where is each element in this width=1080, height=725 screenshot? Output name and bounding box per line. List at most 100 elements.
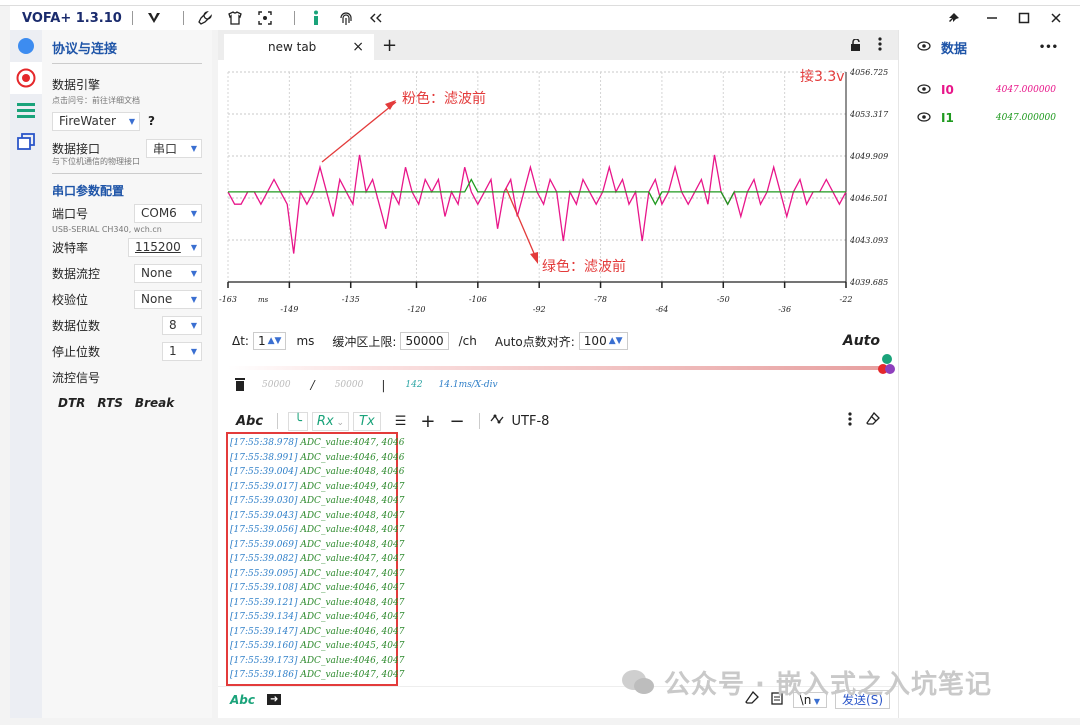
port-select[interactable]: 串口 ▼ [146, 138, 202, 158]
parity-select[interactable]: None ▼ [134, 289, 202, 309]
data-panel: 数据 ••• I0 4047.000000 I1 4047.000000 [898, 30, 1080, 718]
add-tab-button[interactable]: + [382, 35, 397, 56]
log-timestamp: [17:55:39.004] [230, 467, 298, 477]
status-bar: 50000 / 50000 | 142 14.1ms/X-div [218, 374, 898, 396]
status-count: 142 [405, 380, 423, 390]
baud-value: 115200 [135, 240, 181, 254]
send-abc-button[interactable]: Abc [230, 693, 255, 707]
collapse-icon[interactable] [365, 8, 387, 28]
buffer-input[interactable]: 50000 [400, 332, 449, 350]
maximize-icon[interactable] [1008, 6, 1040, 30]
waveform-plot[interactable]: 4056.725 4053.317 4049.909 4046.501 4043.093… [218, 60, 898, 350]
wrench-icon[interactable] [194, 8, 216, 28]
more-vertical-icon[interactable] [848, 412, 852, 430]
stopbits-value: 1 [169, 344, 177, 358]
channel-name: I0 [941, 83, 954, 97]
abc-button[interactable]: Abc [236, 414, 263, 429]
buffer-unit: /ch [458, 334, 477, 348]
zoom-in-button[interactable]: + [420, 411, 435, 432]
shirt-icon[interactable] [224, 8, 246, 28]
fingerprint-icon[interactable] [335, 8, 357, 28]
tab-close-icon[interactable]: × [352, 39, 364, 55]
auto-align-input[interactable]: 100 ▲▼ [578, 332, 628, 350]
app-title: VOFA+ 1.3.10 [22, 10, 122, 26]
minimize-icon[interactable] [976, 6, 1008, 30]
databits-select[interactable]: 8 ▼ [162, 315, 202, 335]
flow-select[interactable]: None ▼ [134, 263, 202, 283]
log-timestamp: [17:55:39.095] [230, 568, 298, 579]
dtr-button[interactable]: DTR [58, 396, 85, 410]
channel-row[interactable]: I1 4047.000000 [899, 104, 1080, 132]
menu-list-icon[interactable] [10, 94, 42, 126]
stopbits-select[interactable]: 1 ▼ [162, 341, 202, 361]
chevron-down-icon: ▼ [190, 294, 197, 304]
more-vertical-icon[interactable] [878, 37, 882, 54]
cursor-icon[interactable]: ╰ [288, 411, 308, 431]
eye-icon[interactable] [917, 83, 931, 97]
encoding-label[interactable]: UTF-8 [512, 414, 550, 429]
log-text: ADC_value:4048, 4047 [297, 597, 405, 608]
log-line: [17:55:39.160] ADC_value:4045, 4047 [230, 639, 404, 654]
eraser-icon[interactable] [866, 411, 880, 430]
channel-row[interactable]: I0 4047.000000 [899, 76, 1080, 104]
more-horizontal-icon[interactable]: ••• [1039, 42, 1058, 53]
x-tick-label: -120 [407, 305, 425, 314]
engine-select[interactable]: FireWater ▼ [52, 111, 140, 131]
log-timestamp: [17:55:39.186] [230, 670, 298, 680]
vofa-logo-icon[interactable] [143, 8, 165, 28]
text-format-icon[interactable]: ☰ [395, 414, 407, 429]
log-text: ADC_value:4047, 4047 [297, 568, 405, 579]
log-line: [17:55:39.056] ADC_value:4048, 4047 [230, 523, 404, 538]
port-label: 数据接口 [52, 141, 101, 156]
tx-button[interactable]: Tx [353, 411, 381, 431]
auto-align-label: Auto点数对齐: [494, 334, 575, 349]
unlock-icon[interactable] [850, 38, 862, 54]
rx-log[interactable]: [17:55:38.978] ADC_value:4047, 4046 [17:5… [226, 432, 404, 686]
break-button[interactable]: Break [135, 396, 174, 410]
zoom-out-button[interactable]: − [449, 411, 464, 432]
log-text: ADC_value:4046, 4047 [297, 583, 405, 593]
com-select[interactable]: COM6 ▼ [134, 203, 202, 223]
engine-value: FireWater [59, 114, 116, 128]
annotation-green: 绿色：滤波前 [542, 259, 626, 275]
log-line: [17:55:39.134] ADC_value:4046, 4047 [230, 610, 404, 625]
rx-button[interactable]: Rx ⌄ [311, 411, 350, 431]
log-line: [17:55:38.978] ADC_value:4047, 4046 [230, 436, 404, 451]
copy-window-icon[interactable] [10, 126, 42, 158]
log-line: [17:55:39.017] ADC_value:4049, 4047 [230, 480, 404, 495]
log-text: ADC_value:4049, 4047 [297, 481, 405, 492]
rts-button[interactable]: RTS [97, 396, 123, 410]
protocol-header: 协议与连接 [52, 38, 202, 64]
spinner-icon[interactable]: ▲▼ [609, 336, 623, 346]
log-text: ADC_value:4047, 4046 [297, 438, 405, 448]
com-value: COM6 [141, 206, 177, 220]
signal-label: 流控信号 [52, 370, 101, 385]
spinner-icon[interactable]: ▲▼ [268, 336, 282, 346]
series-line-I1 [228, 178, 846, 206]
waveform-icon[interactable] [490, 413, 506, 429]
chevron-down-icon: ⌄ [333, 417, 345, 428]
eye-icon[interactable] [917, 40, 931, 55]
record-icon[interactable] [10, 62, 42, 94]
connection-status-icon[interactable] [10, 30, 42, 62]
info-icon[interactable] [305, 8, 327, 28]
y-tick-label: 4043.093 [849, 236, 888, 245]
trash-icon[interactable] [234, 377, 246, 394]
close-icon[interactable] [1040, 6, 1072, 30]
data-panel-title: 数据 [941, 41, 968, 57]
eye-icon[interactable] [917, 111, 931, 125]
baud-select[interactable]: 115200 ▼ [128, 237, 202, 257]
pin-icon[interactable] [938, 6, 970, 30]
scan-icon[interactable] [254, 8, 276, 28]
engine-label: 数据引擎 [52, 78, 101, 92]
annotation-pink: 粉色：滤波前 [402, 91, 486, 107]
tab-new[interactable]: new tab × [224, 34, 374, 60]
annotation-arrow-head [385, 100, 396, 110]
dt-input[interactable]: 1 ▲▼ [252, 332, 287, 350]
help-button[interactable]: ? [148, 114, 155, 128]
log-toolbar: Abc ╰ Rx ⌄ Tx ☰ + − UTF-8 [218, 408, 898, 434]
log-timestamp: [17:55:39.017] [230, 481, 298, 492]
timeline-slider[interactable] [228, 366, 883, 370]
auto-button[interactable]: Auto [843, 333, 880, 349]
send-file-icon[interactable]: ➜ [267, 694, 282, 705]
